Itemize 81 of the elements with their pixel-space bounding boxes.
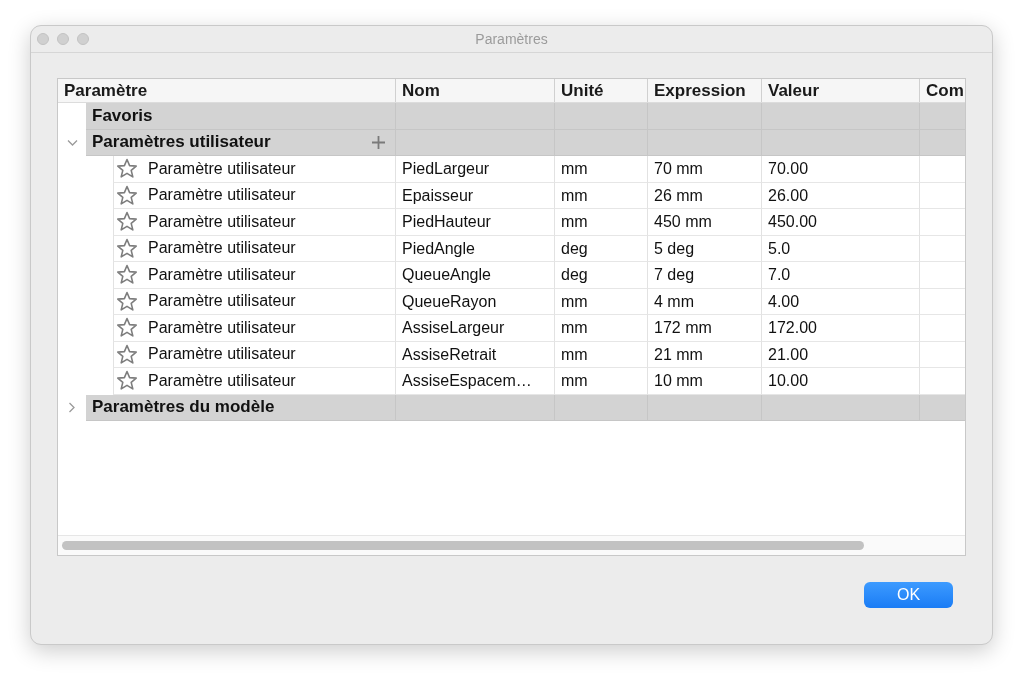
- group-row[interactable]: Favoris: [86, 103, 395, 130]
- star-icon[interactable]: [116, 317, 138, 339]
- chevron-down-icon[interactable]: [66, 138, 78, 147]
- parameter-label: Paramètre utilisateur: [147, 292, 296, 311]
- add-button[interactable]: [372, 135, 385, 149]
- window-title: Paramètres: [475, 31, 548, 47]
- table-cell: 4 mm: [647, 288, 761, 315]
- table-cell: 450 mm: [647, 209, 761, 236]
- table-cell: 26.00: [761, 182, 919, 209]
- table-cell: mm: [554, 341, 647, 368]
- table-cell: mm: [554, 182, 647, 209]
- table-cell: 10.00: [761, 368, 919, 395]
- plus-icon: [372, 135, 385, 149]
- parameter-label: Paramètre utilisateur: [147, 371, 296, 390]
- table-cell: [919, 368, 965, 395]
- group-row[interactable]: Paramètres du modèle: [86, 394, 395, 421]
- table-cell: 172.00: [761, 315, 919, 342]
- table-cell: [919, 182, 965, 209]
- table-cell: PiedLargeur: [395, 156, 554, 183]
- star-icon[interactable]: [116, 158, 138, 180]
- group-label: Paramètres du modèle: [91, 397, 276, 418]
- column-header[interactable]: Com: [919, 79, 965, 102]
- table-cell: 5.0: [761, 235, 919, 262]
- chevron-right-icon[interactable]: [68, 402, 76, 414]
- parameter-label: Paramètre utilisateur: [147, 265, 296, 284]
- star-icon[interactable]: [116, 264, 138, 286]
- table-cell: 21.00: [761, 341, 919, 368]
- star-icon[interactable]: [116, 370, 138, 392]
- table-cell: [919, 156, 965, 183]
- table-cell: 26 mm: [647, 182, 761, 209]
- table-cell: deg: [554, 235, 647, 262]
- table-cell: 450.00: [761, 209, 919, 236]
- parameter-label: Paramètre utilisateur: [147, 318, 296, 337]
- table-cell: [919, 209, 965, 236]
- table-cell: QueueRayon: [395, 288, 554, 315]
- star-icon[interactable]: [116, 237, 138, 259]
- group-label: Paramètres utilisateur: [91, 132, 272, 153]
- column-header[interactable]: Expression: [647, 79, 761, 102]
- table-cell: 7 deg: [647, 262, 761, 289]
- parameter-label: Paramètre utilisateur: [147, 239, 296, 258]
- parameter-label: Paramètre utilisateur: [147, 212, 296, 231]
- table-cell: deg: [554, 262, 647, 289]
- table-cell: AssiseLargeur: [395, 315, 554, 342]
- column-header[interactable]: Nom: [395, 79, 554, 102]
- column-header[interactable]: Paramètre: [58, 79, 395, 102]
- parameter-label: Paramètre utilisateur: [147, 186, 296, 205]
- table-cell: 7.0: [761, 262, 919, 289]
- table-cell: 70.00: [761, 156, 919, 183]
- table-cell: PiedAngle: [395, 235, 554, 262]
- column-header[interactable]: Valeur: [761, 79, 919, 102]
- group-row[interactable]: Paramètres utilisateur: [86, 129, 395, 156]
- star-icon[interactable]: [116, 343, 138, 365]
- table-cell: 21 mm: [647, 341, 761, 368]
- table-cell: AssiseEspacem…: [395, 368, 554, 395]
- table-cell: [919, 341, 965, 368]
- table-cell: mm: [554, 288, 647, 315]
- table-cell: [919, 315, 965, 342]
- table-cell: [919, 288, 965, 315]
- table-cell: PiedHauteur: [395, 209, 554, 236]
- column-header[interactable]: Unité: [554, 79, 647, 102]
- table-cell: AssiseRetrait: [395, 341, 554, 368]
- star-icon[interactable]: [116, 211, 138, 233]
- scrollbar-thumb[interactable]: [62, 541, 864, 550]
- table-cell: [919, 235, 965, 262]
- star-icon[interactable]: [116, 184, 138, 206]
- table-cell: mm: [554, 315, 647, 342]
- table-cell: 5 deg: [647, 235, 761, 262]
- table-cell: mm: [554, 156, 647, 183]
- star-icon[interactable]: [116, 290, 138, 312]
- table-cell: mm: [554, 209, 647, 236]
- group-label: Favoris: [91, 105, 154, 126]
- table-cell: 70 mm: [647, 156, 761, 183]
- table-cell: Epaisseur: [395, 182, 554, 209]
- table-cell: 4.00: [761, 288, 919, 315]
- parameter-label: Paramètre utilisateur: [147, 345, 296, 364]
- table-cell: QueueAngle: [395, 262, 554, 289]
- parameter-label: Paramètre utilisateur: [147, 159, 296, 178]
- table-cell: 10 mm: [647, 368, 761, 395]
- table-cell: [919, 262, 965, 289]
- table-cell: 172 mm: [647, 315, 761, 342]
- table-cell: mm: [554, 368, 647, 395]
